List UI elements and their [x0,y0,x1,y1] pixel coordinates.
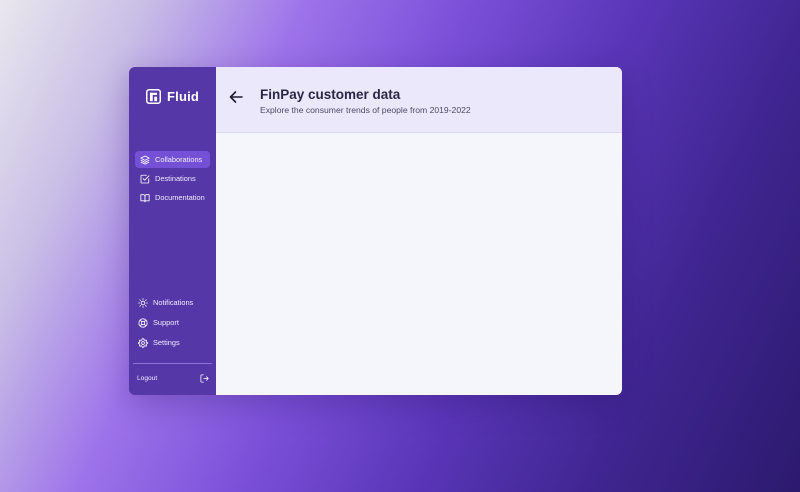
app-window: Fluid Collaborations Destinations Docume… [129,67,622,395]
arrow-left-icon [229,91,243,103]
page-header: FinPay customer data Explore the consume… [216,67,622,133]
app-logo[interactable]: Fluid [146,89,199,104]
checkbox-icon [140,174,150,184]
logout-button[interactable]: Logout [137,372,209,384]
sidebar-item-notifications[interactable]: Notifications [133,294,212,311]
sidebar-nav: Collaborations Destinations Documentatio… [135,151,210,208]
sidebar-item-collaborations[interactable]: Collaborations [135,151,210,168]
logout-icon [200,374,209,382]
app-name: Fluid [167,89,200,104]
sidebar: Fluid Collaborations Destinations Docume… [129,67,216,395]
fluid-logo-icon [146,89,161,104]
logout-label: Logout [137,374,158,382]
lifebuoy-icon [138,317,148,328]
layers-icon [140,155,150,165]
sidebar-divider [133,363,212,364]
sidebar-item-label: Notifications [153,298,194,307]
sidebar-item-label: Collaborations [155,155,203,164]
sidebar-item-documentation[interactable]: Documentation [135,189,210,206]
gear-icon [138,337,148,348]
sidebar-bottom-nav: Notifications Support Settings [133,294,212,354]
page-subtitle: Explore the consumer trends of people fr… [260,105,471,115]
sidebar-item-label: Documentation [155,193,205,202]
sidebar-item-label: Destinations [155,174,196,183]
sun-icon [138,297,148,308]
page-title: FinPay customer data [260,87,401,102]
sidebar-item-settings[interactable]: Settings [133,334,212,351]
sidebar-item-label: Settings [153,338,180,347]
sidebar-item-support[interactable]: Support [133,314,212,331]
book-icon [140,193,150,203]
back-button[interactable] [228,89,244,105]
main-content: FinPay customer data Explore the consume… [216,67,622,395]
sidebar-item-label: Support [153,318,179,327]
sidebar-item-destinations[interactable]: Destinations [135,170,210,187]
